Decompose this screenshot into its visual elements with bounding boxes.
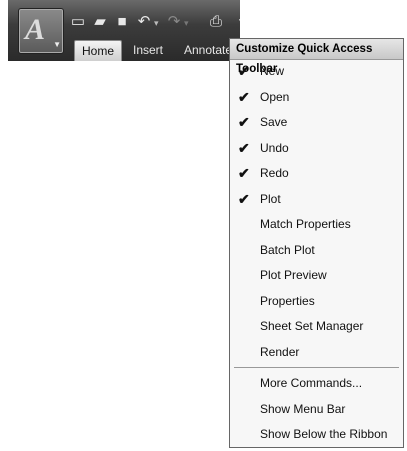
application-menu-button[interactable]: A ▼ — [18, 8, 64, 54]
save-icon[interactable]: ■ — [112, 12, 132, 32]
menu-item-render[interactable]: Render — [230, 340, 403, 364]
tab-insert[interactable]: Insert — [126, 40, 170, 60]
quick-access-toolbar: A ▼ ▭ ▰ ■ ↶ ▾ ↷ ▾ ⎙ ▼ Home Insert Annota… — [8, 0, 247, 61]
redo-dropdown-icon[interactable]: ▾ — [184, 18, 189, 29]
menu-item-undo[interactable]: ✔ Undo — [230, 136, 403, 160]
checkmark-icon: ✔ — [238, 88, 250, 105]
tab-home[interactable]: Home — [74, 40, 122, 61]
redo-icon[interactable]: ↷ — [164, 12, 184, 32]
menu-item-match-properties[interactable]: Match Properties — [230, 212, 403, 236]
customize-qat-dropdown-icon[interactable]: ▼ — [236, 12, 248, 34]
menu-item-plot-preview[interactable]: Plot Preview — [230, 263, 403, 287]
checkmark-icon: ✔ — [238, 139, 250, 156]
checkmark-icon: ✔ — [238, 63, 250, 79]
menu-item-redo[interactable]: ✔ Redo — [230, 161, 403, 185]
menu-title: Customize Quick Access Toolbar — [230, 39, 403, 75]
menu-item-batch-plot[interactable]: Batch Plot — [230, 238, 403, 262]
menu-item-properties[interactable]: Properties — [230, 289, 403, 313]
menu-item-new[interactable]: ✔ New — [230, 59, 403, 83]
chevron-down-icon: ▼ — [53, 40, 61, 49]
checkmark-icon: ✔ — [238, 190, 250, 207]
plot-icon[interactable]: ⎙ — [206, 12, 226, 32]
menu-item-show-below-ribbon[interactable]: Show Below the Ribbon — [230, 422, 403, 446]
menu-item-plot[interactable]: ✔ Plot — [230, 187, 403, 211]
menu-item-open[interactable]: ✔ Open — [230, 85, 403, 109]
undo-dropdown-icon[interactable]: ▾ — [154, 18, 159, 29]
menu-item-more-commands[interactable]: More Commands... — [230, 371, 403, 395]
menu-item-save[interactable]: ✔ Save — [230, 110, 403, 134]
checkmark-icon: ✔ — [238, 165, 250, 181]
customize-qat-menu: Customize Quick Access Toolbar ✔ New ✔ O… — [229, 38, 404, 448]
open-icon[interactable]: ▰ — [90, 12, 110, 32]
menu-separator — [234, 367, 399, 368]
new-icon[interactable]: ▭ — [68, 12, 88, 32]
menu-item-show-menu-bar[interactable]: Show Menu Bar — [230, 397, 403, 421]
autocad-logo-icon: A — [25, 13, 46, 46]
checkmark-icon: ✔ — [238, 114, 250, 130]
undo-icon[interactable]: ↶ — [134, 12, 154, 32]
menu-item-sheet-set-manager[interactable]: Sheet Set Manager — [230, 314, 403, 338]
